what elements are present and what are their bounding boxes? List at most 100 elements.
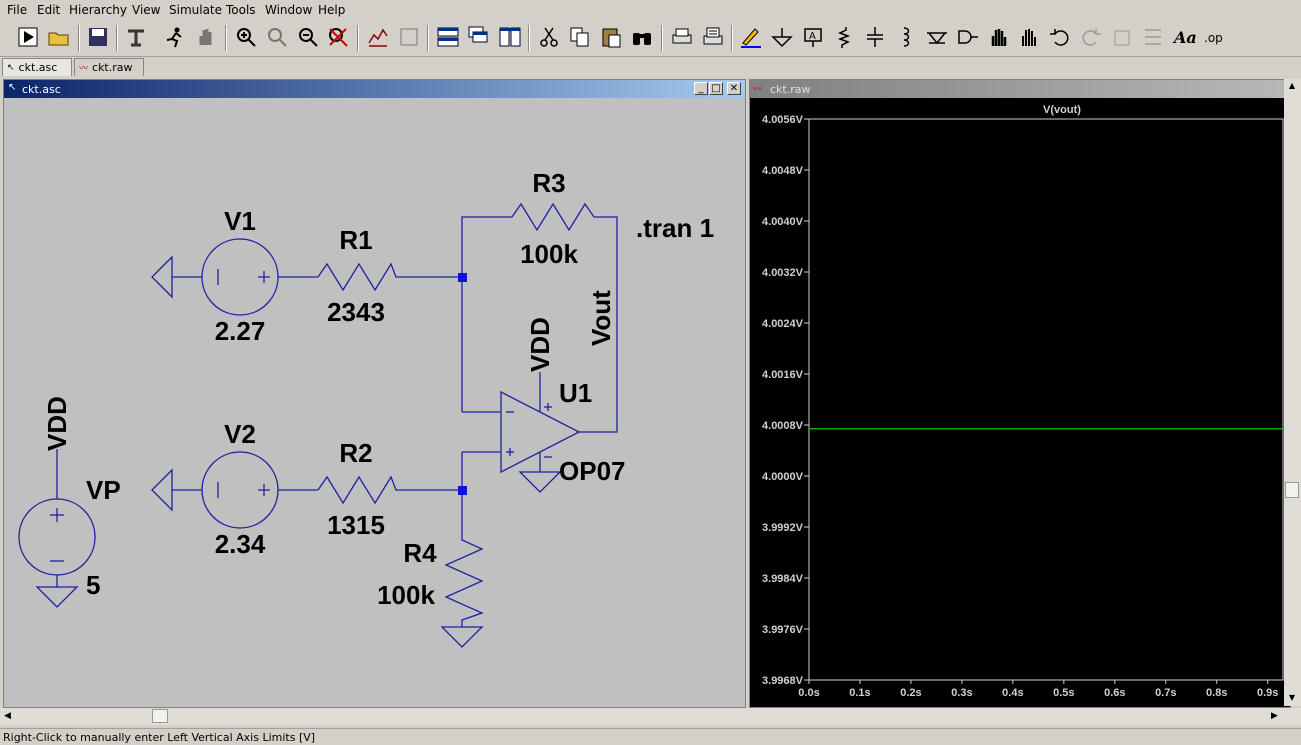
y-tick-label[interactable]: 3.9968V [762,675,804,687]
print-setup-icon[interactable] [668,23,696,51]
scroll-right-icon[interactable]: ▶ [1271,711,1278,721]
horizontal-scroll-thumb[interactable] [152,709,168,723]
diode-icon[interactable] [923,23,951,51]
text-icon[interactable]: Aa [1170,23,1198,51]
y-tick-label[interactable]: 4.0000V [762,471,804,483]
copy-icon[interactable] [566,23,594,51]
y-tick-label[interactable]: 4.0032V [762,267,804,279]
save-icon[interactable] [84,23,112,51]
undo-icon[interactable] [1046,23,1074,51]
y-tick-label[interactable]: 4.0024V [762,318,804,330]
open-icon[interactable] [45,23,73,51]
junction-noninverting [458,486,467,495]
zoom-cancel-icon[interactable] [324,23,352,51]
r1-value: 2343 [327,297,385,327]
tab-label: ckt.raw [92,61,133,74]
tile-horizontal-icon[interactable] [434,23,462,51]
menu-tools[interactable]: Tools [226,3,256,17]
rotate-icon[interactable] [1108,23,1136,51]
y-tick-label[interactable]: 4.0008V [762,420,804,432]
label-net-icon[interactable]: A [799,23,827,51]
vertical-scroll-thumb[interactable] [1285,482,1299,498]
x-tick-label[interactable]: 0.8s [1206,687,1227,699]
menu-edit[interactable]: Edit [37,3,60,17]
menu-hierarchy[interactable]: Hierarchy [69,3,127,17]
mirror-icon[interactable] [1139,23,1167,51]
cut-icon[interactable] [535,23,563,51]
zoom-out-icon[interactable] [294,23,322,51]
scroll-left-icon[interactable]: ◀ [4,711,11,721]
opamp-model: OP07 [559,456,626,486]
x-tick-label[interactable]: 0.7s [1155,687,1176,699]
scroll-up-icon[interactable]: ▲ [1286,81,1298,91]
schematic-titlebar: ↖ ckt.asc _ □ ✕ [4,80,745,98]
find-icon[interactable] [628,23,656,51]
y-tick-label[interactable]: 3.9976V [762,624,804,636]
pan-icon[interactable] [192,23,220,51]
x-tick-label[interactable]: 0.2s [900,687,921,699]
tab-label: ckt.asc [18,61,58,74]
halt-icon[interactable] [161,23,189,51]
inductor-icon[interactable] [892,23,920,51]
vdd-label-opamp: VDD [525,317,555,372]
r2-value: 1315 [327,510,385,540]
redo-icon[interactable] [1077,23,1105,51]
menu-view[interactable]: View [132,3,160,17]
tile-vertical-icon[interactable] [496,23,524,51]
x-tick-label[interactable]: 0.1s [849,687,870,699]
svg-text:A: A [809,31,816,42]
zoom-in-icon[interactable] [232,23,260,51]
y-tick-label[interactable]: 4.0040V [762,216,804,228]
x-tick-label[interactable]: 0.0s [798,687,819,699]
waveform-plot[interactable]: 4.0056V 4.0048V 4.0040V 4.0032V 4.0024V 4.001… [750,99,1284,707]
control-panel-icon[interactable] [122,23,150,51]
zoom-fit-icon[interactable] [263,23,291,51]
y-tick-label[interactable]: 3.9984V [762,573,804,585]
x-tick-label[interactable]: 0.4s [1002,687,1023,699]
maximize-button[interactable]: □ [709,82,723,95]
tran-directive[interactable]: .tran 1 [636,213,714,243]
y-tick-label[interactable]: 4.0048V [762,165,804,177]
plot-settings-icon[interactable] [395,23,423,51]
menu-simulate[interactable]: Simulate [169,3,222,17]
scroll-down-icon[interactable]: ▼ [1286,693,1298,703]
capacitor-icon[interactable] [861,23,889,51]
y-tick-label[interactable]: 3.9992V [762,522,804,534]
x-tick-label[interactable]: 0.5s [1053,687,1074,699]
v1-value: 2.27 [215,316,266,346]
tab-ckt-asc[interactable]: ↖ ckt.asc [2,58,72,76]
run-icon[interactable] [14,23,42,51]
component-icon[interactable] [954,23,982,51]
drag-icon[interactable] [1015,23,1043,51]
horizontal-scrollbar[interactable]: ◀ ▶ [0,708,1301,725]
resistor-icon[interactable] [830,23,858,51]
cascade-icon[interactable] [465,23,493,51]
menu-file[interactable]: File [7,3,27,17]
x-tick-label[interactable]: 0.6s [1104,687,1125,699]
minimize-button[interactable]: _ [694,82,708,95]
draw-wire-icon[interactable] [737,23,765,51]
ground-icon[interactable] [768,23,796,51]
tab-ckt-raw[interactable]: 〰 ckt.raw [74,58,144,76]
schematic-canvas[interactable]: V1 2.27 R1 2343 R3 100k .tran 1 Vout VDD… [4,99,745,707]
print-icon[interactable] [699,23,727,51]
paste-icon[interactable] [597,23,625,51]
y-tick-label[interactable]: 4.0056V [762,114,804,126]
document-tabs: ↖ ckt.asc 〰 ckt.raw [0,58,1301,77]
spice-directive-icon[interactable]: .op [1201,23,1229,51]
waveform-title: ckt.raw [770,83,811,96]
menu-window[interactable]: Window [265,3,312,17]
menu-help[interactable]: Help [318,3,345,17]
y-tick-label[interactable]: 4.0016V [762,369,804,381]
trace-label[interactable]: V(vout) [1043,104,1081,116]
x-tick-label[interactable]: 0.3s [951,687,972,699]
svg-text:.op: .op [1204,31,1223,45]
vertical-scrollbar[interactable]: ▲ ▼ [1284,79,1301,706]
close-button[interactable]: ✕ [727,82,741,95]
toolbar: A Aa .op [0,20,1301,57]
schematic-title: ckt.asc [22,83,61,96]
autorange-icon[interactable] [364,23,392,51]
x-tick-label[interactable]: 0.9s [1257,687,1278,699]
status-bar: Right-Click to manually enter Left Verti… [0,728,1301,745]
move-icon[interactable] [985,23,1013,51]
